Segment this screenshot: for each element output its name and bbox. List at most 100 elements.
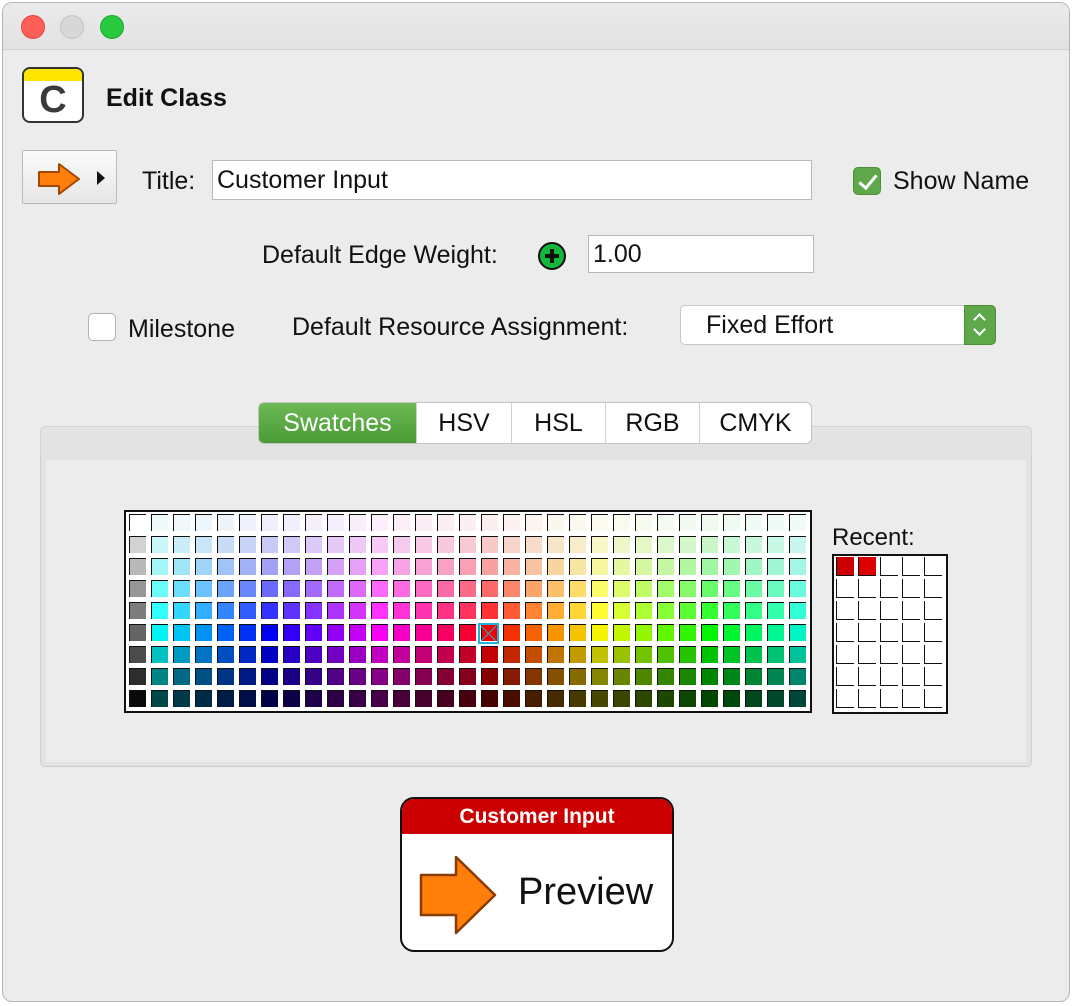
color-swatch[interactable] (701, 668, 718, 685)
color-swatch[interactable] (239, 602, 256, 619)
color-swatch[interactable] (371, 602, 388, 619)
color-swatch[interactable] (261, 624, 278, 641)
color-swatch[interactable] (613, 558, 630, 575)
color-swatch[interactable] (591, 580, 608, 597)
color-swatch[interactable] (239, 624, 256, 641)
tab-hsv[interactable]: HSV (416, 403, 511, 443)
color-swatch[interactable] (591, 536, 608, 553)
color-swatch[interactable] (151, 690, 168, 707)
color-swatch[interactable] (789, 624, 806, 641)
color-swatch[interactable] (591, 646, 608, 663)
color-swatch[interactable] (415, 580, 432, 597)
color-swatch[interactable] (415, 646, 432, 663)
minimize-icon[interactable] (60, 15, 84, 39)
color-swatch[interactable] (789, 580, 806, 597)
color-swatch[interactable] (371, 690, 388, 707)
show-name-checkbox[interactable] (853, 167, 881, 195)
color-swatch[interactable] (327, 624, 344, 641)
recent-swatch[interactable] (858, 689, 876, 708)
color-swatch[interactable] (613, 514, 630, 531)
recent-swatch[interactable] (858, 557, 876, 576)
color-swatch[interactable] (393, 558, 410, 575)
tab-rgb[interactable]: RGB (605, 403, 699, 443)
shape-picker-button[interactable] (22, 150, 117, 204)
color-swatch[interactable] (437, 690, 454, 707)
color-swatch[interactable] (371, 558, 388, 575)
color-swatch[interactable] (635, 580, 652, 597)
color-swatch[interactable] (261, 580, 278, 597)
color-swatch[interactable] (701, 690, 718, 707)
color-swatch[interactable] (195, 690, 212, 707)
recent-swatch[interactable] (858, 601, 876, 620)
tab-swatches[interactable]: Swatches (259, 403, 416, 443)
recent-swatch[interactable] (880, 557, 898, 576)
color-swatch[interactable] (239, 514, 256, 531)
color-swatch[interactable] (261, 690, 278, 707)
color-swatch[interactable] (305, 602, 322, 619)
color-swatch[interactable] (217, 668, 234, 685)
recent-swatch[interactable] (836, 601, 854, 620)
color-swatch[interactable] (459, 624, 476, 641)
recent-swatch[interactable] (836, 689, 854, 708)
color-swatch[interactable] (393, 514, 410, 531)
color-swatch[interactable] (327, 690, 344, 707)
color-swatch[interactable] (723, 558, 740, 575)
color-swatch[interactable] (481, 646, 498, 663)
color-swatch[interactable] (635, 646, 652, 663)
color-swatch[interactable] (569, 646, 586, 663)
color-swatch[interactable] (745, 668, 762, 685)
color-swatch[interactable] (789, 690, 806, 707)
color-swatch[interactable] (173, 580, 190, 597)
color-swatch[interactable] (195, 602, 212, 619)
color-swatch[interactable] (283, 602, 300, 619)
color-swatch[interactable] (723, 514, 740, 531)
recent-swatch[interactable] (858, 623, 876, 642)
color-swatch[interactable] (525, 558, 542, 575)
color-swatch[interactable] (173, 690, 190, 707)
color-swatch[interactable] (745, 646, 762, 663)
color-swatch[interactable] (415, 624, 432, 641)
color-swatch[interactable] (569, 690, 586, 707)
color-swatch[interactable] (635, 536, 652, 553)
color-swatch[interactable] (723, 668, 740, 685)
color-swatch[interactable] (129, 646, 146, 663)
color-swatch[interactable] (173, 536, 190, 553)
color-swatch[interactable] (481, 514, 498, 531)
color-swatch[interactable] (481, 602, 498, 619)
color-swatch[interactable] (437, 580, 454, 597)
color-swatch[interactable] (327, 536, 344, 553)
color-swatch[interactable] (547, 624, 564, 641)
color-swatch[interactable] (679, 558, 696, 575)
color-swatch[interactable] (569, 514, 586, 531)
color-swatch[interactable] (415, 558, 432, 575)
color-swatch[interactable] (371, 646, 388, 663)
color-swatch[interactable] (657, 558, 674, 575)
color-swatch[interactable] (525, 602, 542, 619)
color-swatch[interactable] (613, 690, 630, 707)
color-swatch[interactable] (129, 602, 146, 619)
color-swatch[interactable] (525, 536, 542, 553)
color-swatch[interactable] (745, 558, 762, 575)
color-swatch[interactable] (217, 536, 234, 553)
color-swatch[interactable] (569, 602, 586, 619)
color-swatch[interactable] (701, 558, 718, 575)
color-swatch[interactable] (591, 558, 608, 575)
color-swatch[interactable] (657, 668, 674, 685)
color-swatch[interactable] (305, 646, 322, 663)
recent-swatch[interactable] (902, 557, 920, 576)
color-swatch[interactable] (283, 646, 300, 663)
color-swatch[interactable] (393, 624, 410, 641)
recent-swatch[interactable] (858, 645, 876, 664)
swatch-grid[interactable] (124, 510, 812, 713)
color-swatch[interactable] (591, 690, 608, 707)
color-swatch[interactable] (239, 580, 256, 597)
color-swatch[interactable] (547, 558, 564, 575)
plus-icon[interactable] (538, 242, 566, 270)
color-swatch[interactable] (283, 514, 300, 531)
color-swatch[interactable] (217, 602, 234, 619)
color-swatch[interactable] (591, 514, 608, 531)
color-swatch[interactable] (481, 668, 498, 685)
color-swatch[interactable] (217, 514, 234, 531)
color-swatch[interactable] (173, 646, 190, 663)
color-swatch[interactable] (789, 558, 806, 575)
